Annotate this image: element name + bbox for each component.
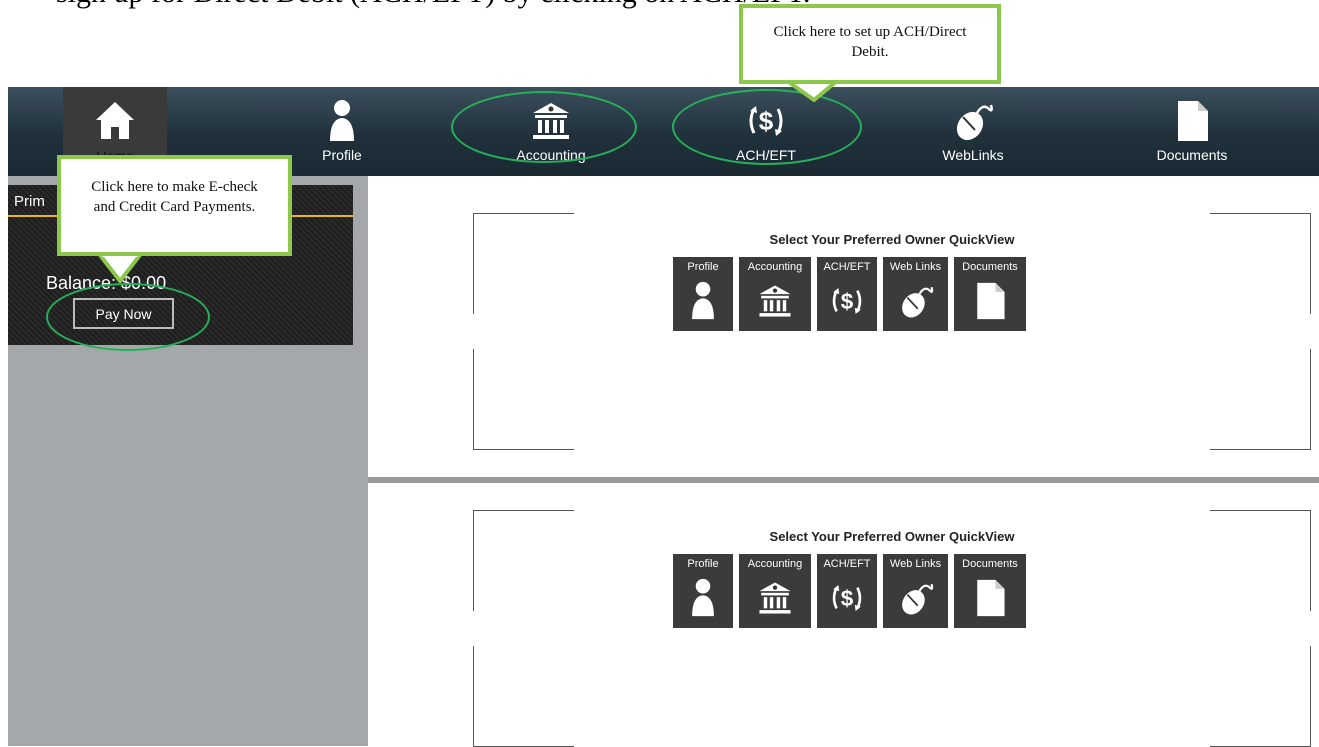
instruction-caption: sign up for Direct Debit (ACH/EFT) by cl…: [56, 0, 810, 10]
nav-profile-label: Profile: [322, 147, 362, 163]
frame-corner: [1210, 213, 1311, 314]
tile-web-links[interactable]: Web Links: [883, 554, 948, 628]
quickview-title: Select Your Preferred Owner QuickView: [769, 529, 1015, 544]
tile-profile[interactable]: Profile: [673, 257, 733, 331]
frame-corner: [473, 646, 574, 747]
frame-corner: [473, 213, 574, 314]
quickview-tiles: Profile Accounting ACH/EFT Web Links Doc…: [673, 554, 1133, 628]
pay-now-highlight: [46, 283, 210, 351]
frame-corner: [473, 510, 574, 611]
quickview-panel-1: Select Your Preferred Owner QuickView Pr…: [368, 186, 1319, 477]
account-title: Prim: [14, 193, 45, 210]
tile-label: Web Links: [889, 558, 942, 570]
quickview-frame-1: Select Your Preferred Owner QuickView Pr…: [473, 213, 1311, 450]
quickview-frame-2: Select Your Preferred Owner QuickView Pr…: [473, 510, 1311, 747]
tile-label: Accounting: [747, 261, 803, 273]
person-icon: [684, 578, 722, 618]
mouse-icon: [951, 99, 995, 143]
quickview-panel-2: Select Your Preferred Owner QuickView Pr…: [368, 483, 1319, 747]
tile-label: ACH/EFT: [823, 558, 871, 570]
tile-label: Profile: [687, 261, 719, 273]
tile-label: Web Links: [889, 261, 942, 273]
nav-weblinks-label: WebLinks: [942, 147, 1004, 163]
frame-corner: [1210, 510, 1311, 611]
dollar-cycle-icon: [828, 578, 866, 618]
tile-accounting[interactable]: Accounting: [739, 257, 811, 331]
tile-label: Documents: [962, 558, 1018, 570]
document-icon: [971, 578, 1009, 618]
nav-weblinks[interactable]: WebLinks: [903, 87, 1043, 176]
tile-ach-eft[interactable]: ACH/EFT: [817, 554, 877, 628]
tile-ach-eft[interactable]: ACH/EFT: [817, 257, 877, 331]
tile-label: Documents: [962, 261, 1018, 273]
tile-documents[interactable]: Documents: [954, 257, 1026, 331]
tile-label: Accounting: [747, 558, 803, 570]
tile-label: ACH/EFT: [823, 261, 871, 273]
home-icon: [93, 99, 137, 143]
tile-documents[interactable]: Documents: [954, 554, 1026, 628]
accounting-highlight: [451, 91, 637, 163]
bank-icon: [756, 281, 794, 321]
person-icon: [320, 99, 364, 143]
tile-label: Profile: [687, 558, 719, 570]
mouse-icon: [897, 281, 935, 321]
person-icon: [684, 281, 722, 321]
nav-profile[interactable]: Profile: [272, 87, 412, 176]
dollar-cycle-icon: [828, 281, 866, 321]
frame-corner: [1210, 349, 1311, 450]
nav-documents[interactable]: Documents: [1122, 87, 1262, 176]
frame-corner: [1210, 646, 1311, 747]
nav-documents-label: Documents: [1156, 147, 1228, 163]
mouse-icon: [897, 578, 935, 618]
tile-accounting[interactable]: Accounting: [739, 554, 811, 628]
document-icon: [971, 281, 1009, 321]
quickview-title: Select Your Preferred Owner QuickView: [769, 232, 1015, 247]
tile-web-links[interactable]: Web Links: [883, 257, 948, 331]
quickview-tiles: Profile Accounting ACH/EFT Web Links Doc…: [673, 257, 1133, 331]
document-icon: [1170, 99, 1214, 143]
tile-profile[interactable]: Profile: [673, 554, 733, 628]
pay-callout-pointer: [96, 253, 145, 283]
pay-callout: Click here to make E-check and Credit Ca…: [57, 155, 292, 256]
bank-icon: [756, 578, 794, 618]
ach-callout: Click here to set up ACH/Direct Debit.: [739, 4, 1001, 84]
frame-corner: [473, 349, 574, 450]
